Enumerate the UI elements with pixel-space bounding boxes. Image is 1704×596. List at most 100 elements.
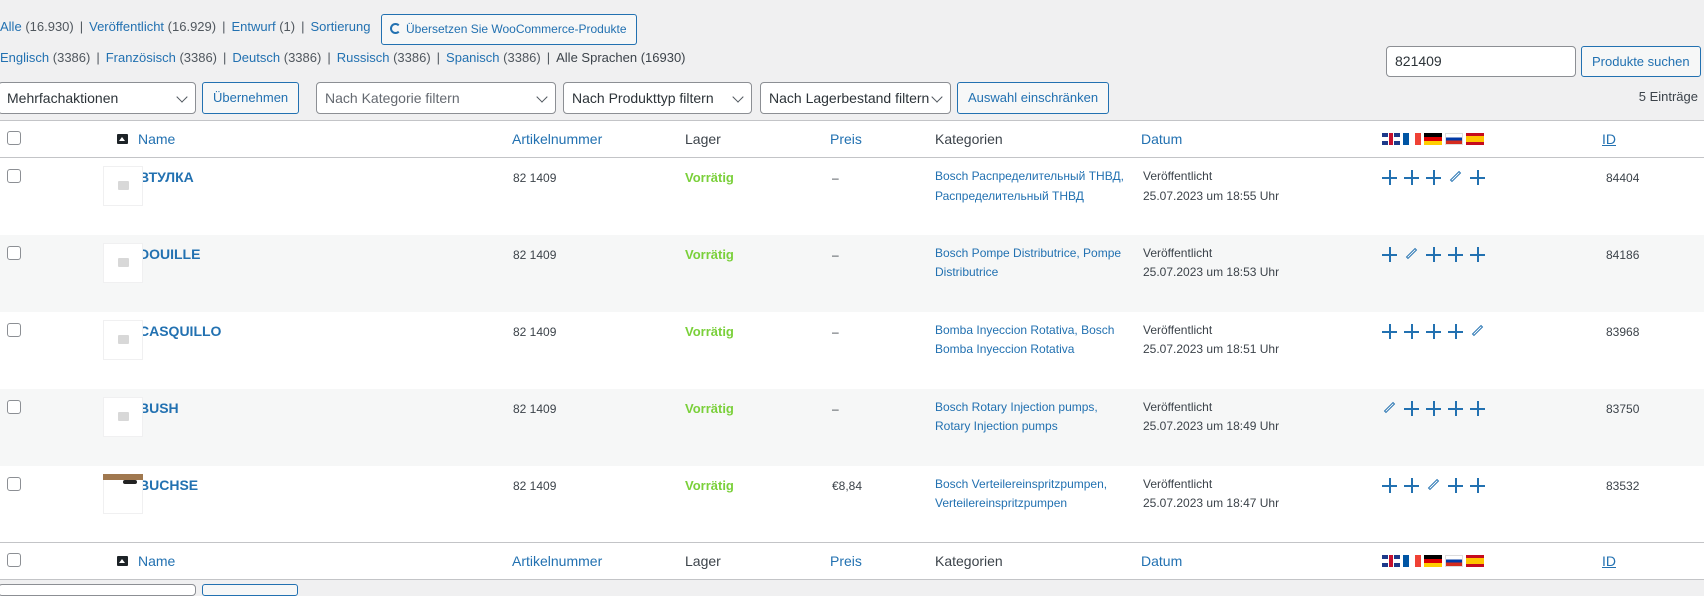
view-all[interactable]: Alle (16.930) (0, 19, 74, 34)
translation-flags (1382, 555, 1602, 567)
edit-translation-icon[interactable] (1382, 401, 1397, 416)
product-sku: 82 1409 (513, 324, 557, 339)
stock-status: Vorrätig (685, 400, 734, 416)
add-translation-icon[interactable] (1470, 246, 1485, 262)
product-name-link[interactable]: BUSH (139, 400, 179, 416)
product-categories[interactable]: Bosch Verteilereinspritzpumpen, Verteile… (935, 475, 1130, 514)
select-all-checkbox[interactable] (7, 130, 21, 145)
category-filter-select[interactable]: Nach Kategorie filtern (316, 82, 556, 114)
view-sorting[interactable]: Sortierung (310, 19, 370, 34)
lang-french[interactable]: Französisch (3386) (106, 50, 217, 65)
add-translation-icon[interactable] (1426, 170, 1441, 185)
product-categories[interactable]: Bosch Pompe Distributrice, Pompe Distrib… (935, 244, 1130, 283)
product-thumbnail[interactable] (103, 396, 143, 437)
column-date[interactable]: Datum (1141, 131, 1182, 147)
product-thumbnail[interactable] (103, 242, 143, 283)
add-translation-icon[interactable] (1382, 323, 1397, 339)
edit-translation-icon[interactable] (1470, 324, 1485, 339)
chevron-down-icon (732, 91, 744, 103)
row-checkbox[interactable] (7, 476, 21, 491)
row-checkbox[interactable] (7, 169, 21, 183)
row-checkbox[interactable] (7, 322, 21, 337)
column-categories: Kategorien (935, 553, 1003, 569)
column-stock: Lager (685, 553, 721, 569)
add-translation-icon[interactable] (1470, 477, 1485, 493)
product-categories[interactable]: Bosch Rotary Injection pumps, Rotary Inj… (935, 398, 1130, 437)
bulk-action-select[interactable]: Mehrfachaktionen (0, 82, 196, 114)
gb-flag-icon (1382, 133, 1400, 145)
product-name-link[interactable]: CASQUILLO (139, 323, 221, 339)
add-translation-icon[interactable] (1382, 246, 1397, 262)
es-flag-icon (1466, 555, 1484, 567)
table-row: ВТУЛКА 82 1409 Vorrätig – Bosch Распределите… (0, 158, 1704, 235)
product-thumbnail[interactable] (103, 166, 143, 206)
search-products-button[interactable]: Produkte suchen (1581, 46, 1701, 77)
filter-button[interactable]: Auswahl einschränken (957, 82, 1110, 114)
column-price[interactable]: Preis (830, 553, 862, 569)
product-categories[interactable]: Bosch Распределительный ТНВД, Распредели… (935, 167, 1130, 206)
add-translation-icon[interactable] (1382, 170, 1397, 185)
select-all-checkbox[interactable] (7, 552, 21, 567)
add-translation-icon[interactable] (1426, 246, 1441, 262)
edit-translation-icon[interactable] (1426, 478, 1441, 493)
column-sku[interactable]: Artikelnummer (512, 553, 602, 569)
apply-button[interactable]: Übernehmen (202, 82, 300, 114)
translate-woocommerce-button[interactable]: Übersetzen Sie WooCommerce-Produkte (381, 14, 637, 45)
row-checkbox[interactable] (7, 245, 21, 260)
column-name[interactable]: Name (138, 131, 175, 147)
chevron-down-icon (931, 91, 943, 103)
lang-all: Alle Sprachen (16930) (556, 50, 686, 65)
product-thumbnail[interactable] (103, 319, 143, 360)
add-translation-icon[interactable] (1448, 400, 1463, 416)
product-id: 83750 (1606, 401, 1640, 416)
product-thumbnail[interactable] (103, 473, 143, 514)
column-price[interactable]: Preis (830, 131, 862, 147)
lang-german[interactable]: Deutsch (3386) (232, 50, 321, 65)
table-footer: Name Artikelnummer Lager Preis Kategorie… (0, 542, 1704, 580)
lang-russian[interactable]: Russisch (3386) (337, 50, 431, 65)
gb-flag-icon (1382, 555, 1400, 567)
product-name-link[interactable]: BUCHSE (139, 477, 198, 493)
product-name-link[interactable]: ВТУЛКА (139, 169, 194, 185)
product-id: 84404 (1606, 171, 1640, 185)
add-translation-icon[interactable] (1470, 400, 1485, 416)
add-translation-icon[interactable] (1404, 400, 1419, 416)
column-id[interactable]: ID (1602, 553, 1616, 569)
product-sku: 82 1409 (513, 401, 557, 416)
row-checkbox[interactable] (7, 399, 21, 414)
column-categories: Kategorien (935, 131, 1003, 147)
column-sku[interactable]: Artikelnummer (512, 131, 602, 147)
view-published[interactable]: Veröffentlicht (16.929) (89, 19, 216, 34)
add-translation-icon[interactable] (1470, 170, 1485, 185)
edit-translation-icon[interactable] (1404, 247, 1419, 262)
add-translation-icon[interactable] (1404, 170, 1419, 185)
stock-status-select[interactable]: Nach Lagerbestand filtern (760, 82, 951, 114)
stock-status: Vorrätig (685, 477, 734, 493)
stock-status: Vorrätig (685, 246, 734, 262)
edit-translation-icon[interactable] (1448, 170, 1463, 185)
column-name[interactable]: Name (138, 553, 175, 569)
add-translation-icon[interactable] (1404, 477, 1419, 493)
products-table: Name Artikelnummer Lager Preis Kategorie… (0, 120, 1704, 580)
add-translation-icon[interactable] (1448, 323, 1463, 339)
product-type-select[interactable]: Nach Produkttyp filtern (563, 82, 752, 114)
column-date[interactable]: Datum (1141, 553, 1182, 569)
product-categories[interactable]: Bomba Inyeccion Rotativa, Bosch Bomba In… (935, 321, 1130, 360)
search-input[interactable]: 821409 (1386, 46, 1576, 77)
lang-spanish[interactable]: Spanisch (3386) (446, 50, 541, 65)
apply-button-bottom[interactable] (202, 584, 298, 596)
column-id[interactable]: ID (1602, 131, 1616, 147)
add-translation-icon[interactable] (1382, 477, 1397, 493)
view-draft[interactable]: Entwurf (1) (231, 19, 295, 34)
add-translation-icon[interactable] (1404, 323, 1419, 339)
product-id: 83968 (1606, 324, 1640, 339)
bulk-action-select-bottom[interactable] (0, 584, 196, 596)
product-price: €8,84 (832, 478, 863, 493)
add-translation-icon[interactable] (1448, 477, 1463, 493)
add-translation-icon[interactable] (1426, 400, 1441, 416)
add-translation-icon[interactable] (1448, 246, 1463, 262)
product-name-link[interactable]: DOUILLE (139, 246, 200, 262)
image-icon (117, 134, 128, 144)
add-translation-icon[interactable] (1426, 323, 1441, 339)
lang-english[interactable]: Englisch (3386) (0, 50, 90, 65)
